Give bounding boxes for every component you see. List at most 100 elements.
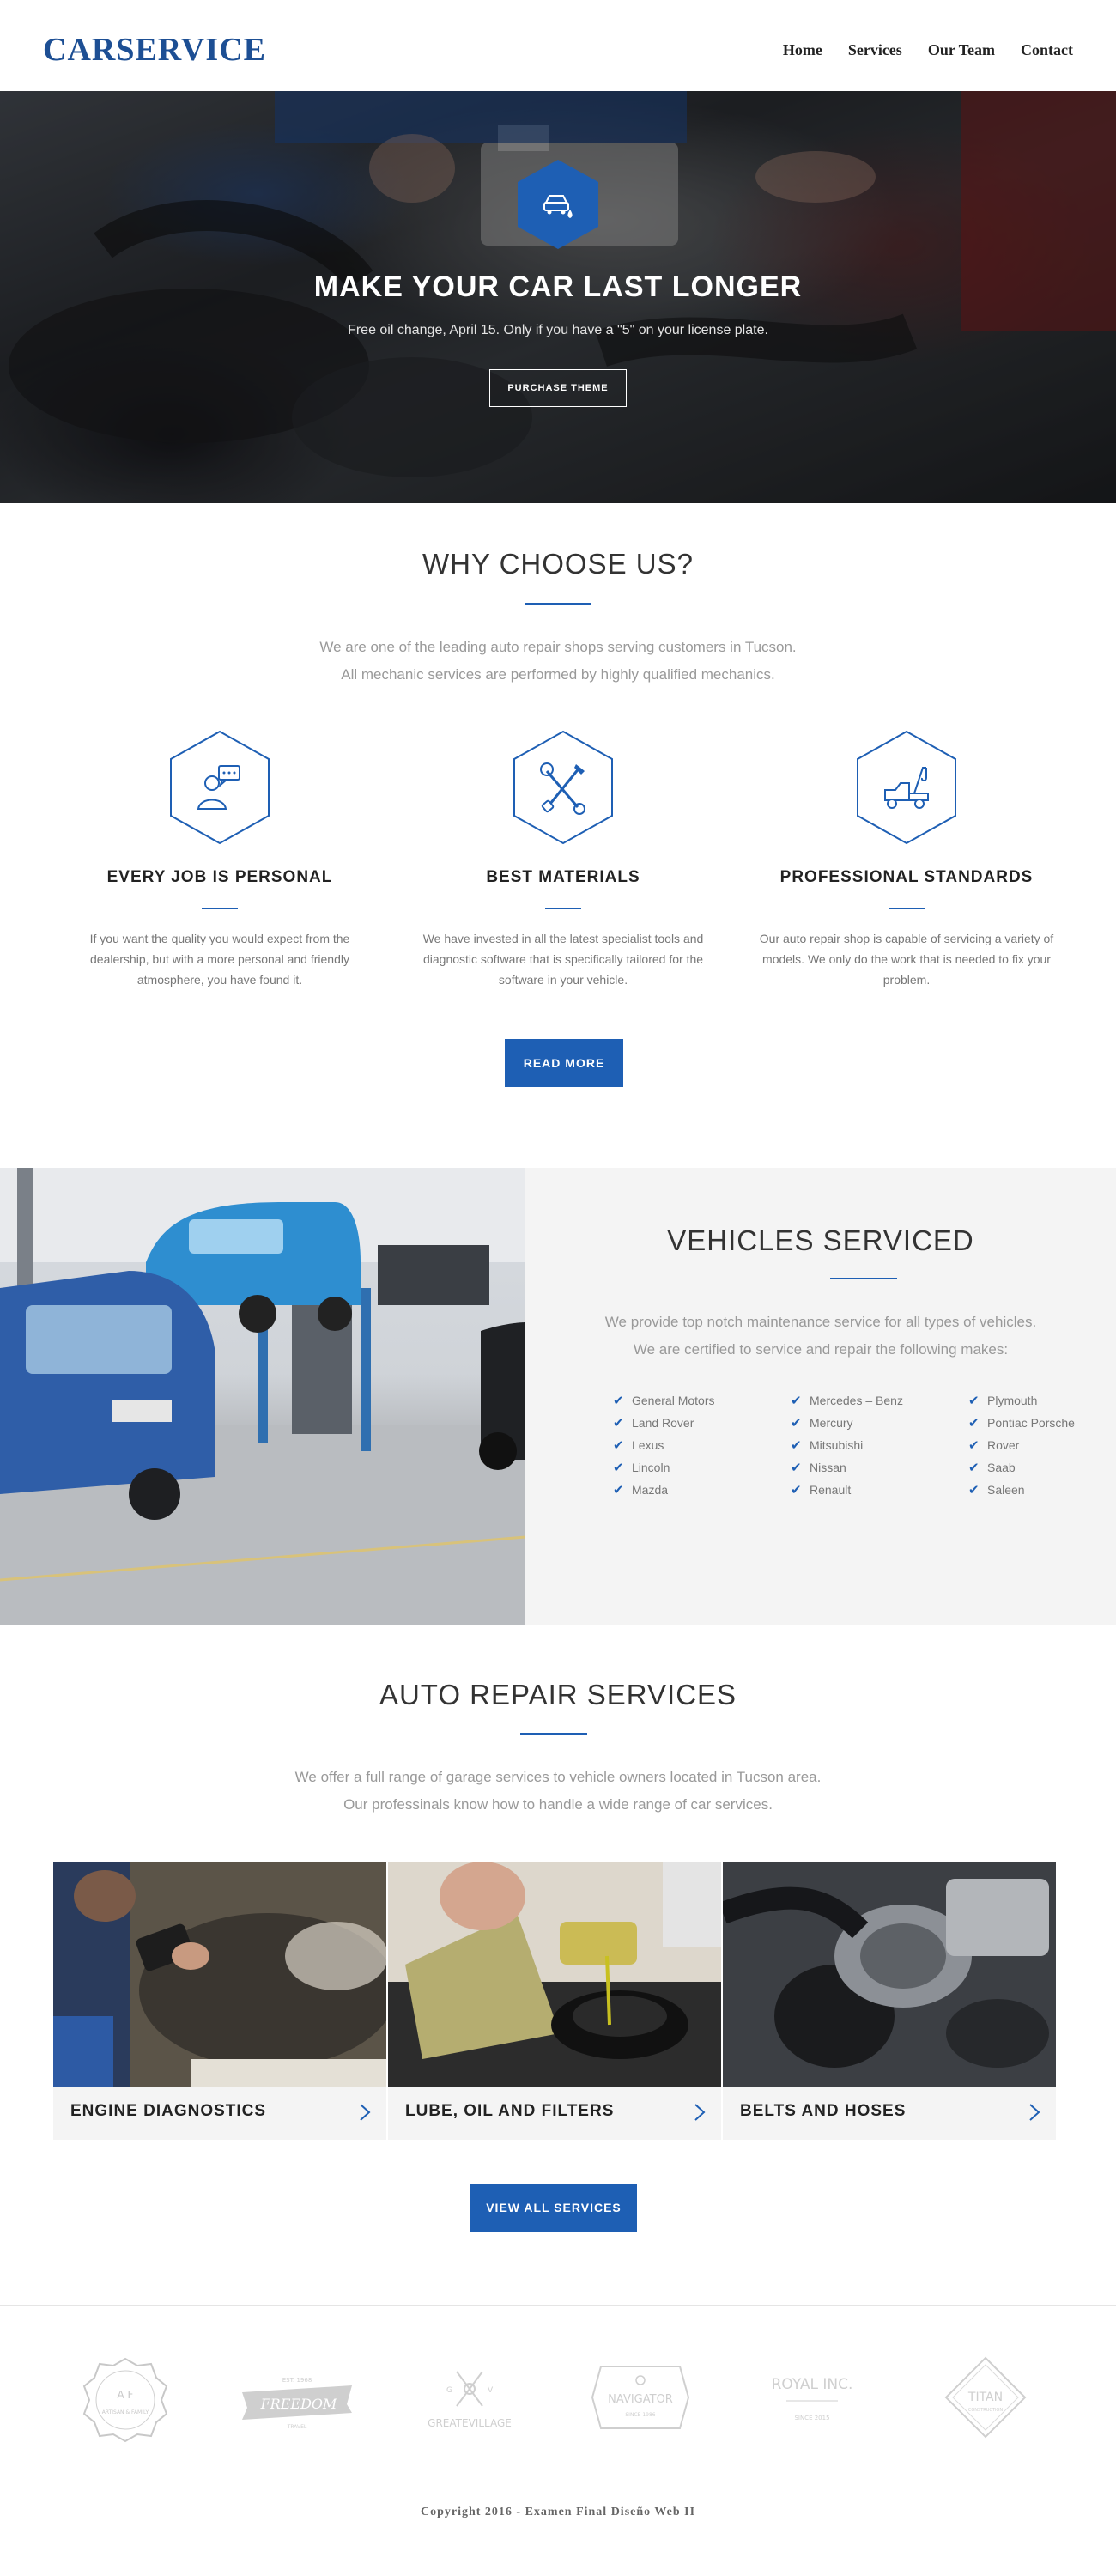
tow-truck-icon (857, 730, 956, 845)
svg-text:EST. 1968: EST. 1968 (282, 2377, 312, 2384)
vehicles-intro-line-1: We provide top notch maintenance service… (604, 1314, 1037, 1330)
nav-home-link[interactable]: Home (783, 41, 822, 59)
feature-materials-title: BEST MATERIALS (486, 868, 640, 886)
svg-text:TRAVEL: TRAVEL (287, 2424, 307, 2430)
check-icon: ✔ (968, 1461, 980, 1475)
make-item: ✔ Rover (968, 1434, 1075, 1456)
make-label: Mitsubishi (810, 1438, 864, 1452)
garage-photo-scene (0, 1168, 525, 1625)
car-oil-drop-icon (518, 160, 598, 249)
make-item: ✔ Pontiac Porsche (968, 1412, 1075, 1434)
nav-our-team-link[interactable]: Our Team (928, 41, 995, 59)
make-item: ✔ Mazda (613, 1479, 714, 1501)
lube-oil-filters-label: LUBE, OIL AND FILTERS (405, 2102, 615, 2120)
svg-text:G: G (446, 2386, 452, 2395)
service-card-engine-diagnostics[interactable]: ENGINE DIAGNOSTICS (53, 1862, 386, 2140)
greatevillage-logo: G V GREATEVILLAGE (422, 2363, 517, 2440)
feature-standards-divider (889, 908, 925, 909)
check-icon: ✔ (791, 1461, 802, 1475)
site-logo[interactable]: CARSERVICE (43, 31, 266, 69)
belts-hoses-photo (723, 1862, 1056, 2087)
check-icon: ✔ (613, 1483, 624, 1498)
engine-diagnostics-label: ENGINE DIAGNOSTICS (70, 2102, 267, 2120)
check-icon: ✔ (791, 1483, 802, 1498)
svg-text:NAVIGATOR: NAVIGATOR (608, 2393, 673, 2406)
read-more-button[interactable]: READ MORE (505, 1039, 623, 1087)
make-item: ✔ Lexus (613, 1434, 714, 1456)
hero-subtitle: Free oil change, April 15. Only if you h… (348, 323, 768, 337)
why-choose-intro: We are one of the leading auto repair sh… (0, 634, 1116, 689)
make-item: ✔ Saab (968, 1456, 1075, 1479)
feature-standards: PROFESSIONAL STANDARDS Our auto repair s… (735, 730, 1078, 990)
partners-divider (0, 2305, 1116, 2306)
make-label: Mercedes – Benz (810, 1394, 903, 1407)
feature-personal-text: If you want the quality you would expect… (89, 932, 350, 987)
svg-text:FREEDOM: FREEDOM (260, 2396, 337, 2412)
feature-personal: EVERY JOB IS PERSONAL If you want the qu… (48, 730, 391, 990)
make-label: Plymouth (987, 1394, 1038, 1407)
why-intro-line-2: All mechanic services are performed by h… (341, 666, 775, 683)
services-title: AUTO REPAIR SERVICES (379, 1679, 737, 1710)
check-icon: ✔ (613, 1438, 624, 1453)
hero-title: MAKE YOUR CAR LAST LONGER (313, 270, 803, 303)
vehicles-divider (830, 1278, 897, 1279)
makes-column-1: ✔ General Motors ✔ Land Rover ✔ Lexus ✔ Linc… (613, 1389, 714, 1501)
make-item: ✔ Renault (791, 1479, 903, 1501)
belts-hoses-label: BELTS AND HOSES (740, 2102, 907, 2120)
make-item: ✔ Nissan (791, 1456, 903, 1479)
garage-photo (0, 1168, 525, 1625)
make-item: ✔ Mercury (791, 1412, 903, 1434)
check-icon: ✔ (791, 1438, 802, 1453)
vehicles-intro: We provide top notch maintenance service… (525, 1309, 1116, 1364)
nav-contact-link[interactable]: Contact (1021, 41, 1073, 59)
make-item: ✔ Mitsubishi (791, 1434, 903, 1456)
svg-text:A F: A F (118, 2389, 134, 2401)
make-label: Saab (987, 1461, 1016, 1474)
feature-materials: BEST MATERIALS We have invested in all t… (391, 730, 735, 990)
services-intro-line-2: Our professinals know how to handle a wi… (343, 1796, 773, 1813)
make-label: Lincoln (632, 1461, 670, 1474)
titan-logo: TITAN CONSTRUCTION (943, 2354, 1028, 2445)
nav-services-link[interactable]: Services (848, 41, 902, 59)
svg-text:GREATEVILLAGE: GREATEVILLAGE (428, 2417, 512, 2429)
make-item: ✔ Saleen (968, 1479, 1075, 1501)
wrench-screwdriver-icon (513, 730, 613, 845)
lube-oil-photo (388, 1862, 721, 2087)
purchase-theme-button[interactable]: PURCHASE THEME (489, 369, 627, 407)
service-card-lube-oil-filters[interactable]: LUBE, OIL AND FILTERS (388, 1862, 721, 2140)
svg-text:ARTISAN & FAMILY: ARTISAN & FAMILY (102, 2409, 149, 2415)
svg-text:CONSTRUCTION: CONSTRUCTION (968, 2408, 1003, 2413)
make-label: Nissan (810, 1461, 846, 1474)
view-all-services-button[interactable]: VIEW ALL SERVICES (470, 2184, 637, 2232)
vehicles-title: VEHICLES SERVICED (667, 1224, 974, 1256)
svg-text:TITAN: TITAN (967, 2391, 1003, 2404)
badge-logo: A F ARTISAN & FAMILY (82, 2357, 168, 2447)
services-intro-line-1: We offer a full range of garage services… (294, 1769, 822, 1785)
check-icon: ✔ (613, 1416, 624, 1431)
make-label: Renault (810, 1483, 852, 1497)
hero-content: MAKE YOUR CAR LAST LONGER Free oil chang… (0, 91, 1116, 503)
svg-text:SINCE 1986: SINCE 1986 (625, 2412, 655, 2418)
make-item: ✔ General Motors (613, 1389, 714, 1412)
make-label: Land Rover (632, 1416, 694, 1430)
services-divider (520, 1733, 587, 1735)
make-label: General Motors (632, 1394, 715, 1407)
service-card-belts-hoses[interactable]: BELTS AND HOSES (723, 1862, 1056, 2140)
check-icon: ✔ (968, 1416, 980, 1431)
svg-text:SINCE 2015: SINCE 2015 (794, 2415, 829, 2421)
navigator-logo: NAVIGATOR SINCE 1986 (589, 2363, 692, 2436)
chevron-right-icon (694, 2104, 706, 2121)
services-intro: We offer a full range of garage services… (0, 1764, 1116, 1819)
user-chat-icon (170, 730, 270, 845)
royal-logo: ROYAL INC. SINCE 2015 (761, 2372, 864, 2436)
make-label: Rover (987, 1438, 1020, 1452)
make-item: ✔ Plymouth (968, 1389, 1075, 1412)
site-header: CARSERVICE Home Services Our Team Contac… (0, 0, 1116, 91)
feature-standards-text: Our auto repair shop is capable of servi… (759, 932, 1054, 987)
feature-personal-divider (202, 908, 238, 909)
feature-materials-text: We have invested in all the latest speci… (422, 932, 704, 987)
makes-column-3: ✔ Plymouth ✔ Pontiac Porsche ✔ Rover ✔ Saab … (968, 1389, 1075, 1501)
make-label: Mazda (632, 1483, 669, 1497)
freedom-logo: EST. 1968 FREEDOM TRAVEL (237, 2370, 357, 2434)
why-choose-title: WHY CHOOSE US? (422, 548, 694, 580)
